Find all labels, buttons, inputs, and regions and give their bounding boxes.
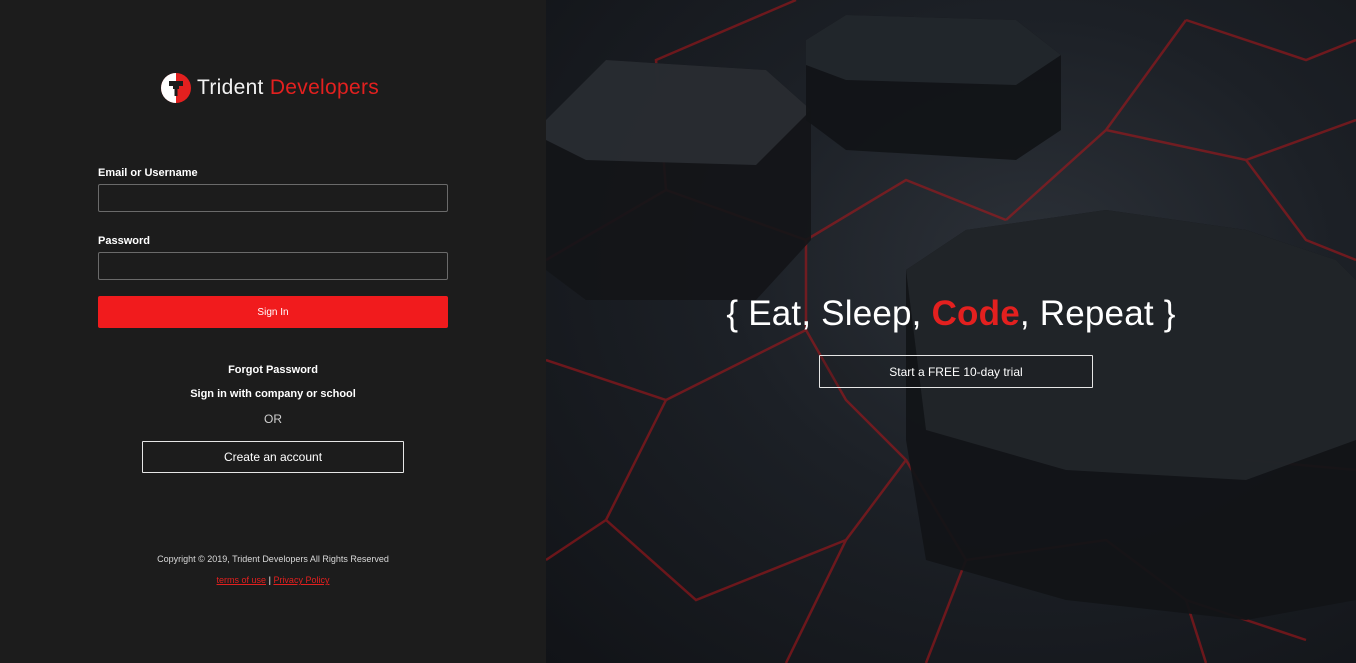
legal-links: terms of use | Privacy Policy bbox=[0, 575, 546, 585]
brand-name: Trident Developers bbox=[197, 76, 379, 100]
tagline-part2: , Repeat bbox=[1019, 294, 1154, 333]
trident-helmet-logo-icon bbox=[161, 73, 191, 103]
tagline-brace-close: } bbox=[1163, 294, 1176, 333]
legal-separator: | bbox=[268, 575, 271, 585]
terms-of-use-link[interactable]: terms of use bbox=[217, 575, 267, 585]
tagline-part1: Eat, Sleep, bbox=[748, 294, 922, 333]
hero-panel: { Eat, Sleep, Code, Repeat } Start a FRE… bbox=[546, 0, 1356, 663]
forgot-password-link[interactable]: Forgot Password bbox=[0, 364, 546, 376]
sign-in-button[interactable]: Sign In bbox=[98, 296, 448, 328]
privacy-policy-link[interactable]: Privacy Policy bbox=[273, 575, 329, 585]
tagline-brace-open: { bbox=[726, 294, 739, 333]
free-trial-button[interactable]: Start a FREE 10-day trial bbox=[819, 355, 1093, 388]
login-panel: Trident Developers Email or Username Pas… bbox=[0, 0, 546, 663]
login-page: Trident Developers Email or Username Pas… bbox=[0, 0, 1356, 663]
email-username-input[interactable] bbox=[98, 184, 448, 212]
email-label: Email or Username bbox=[98, 167, 198, 179]
brand-logo[interactable]: Trident Developers bbox=[160, 72, 379, 104]
or-divider: OR bbox=[264, 412, 282, 426]
copyright-text: Copyright © 2019, Trident Developers All… bbox=[157, 554, 389, 564]
create-account-button[interactable]: Create an account bbox=[142, 441, 404, 473]
company-signin-link[interactable]: Sign in with company or school bbox=[0, 388, 546, 400]
password-input[interactable] bbox=[98, 252, 448, 280]
brand-name-part2: Developers bbox=[269, 76, 380, 99]
hero-tagline: { Eat, Sleep, Code, Repeat } bbox=[546, 294, 1356, 334]
brand-name-part1: Trident bbox=[197, 76, 264, 99]
password-label: Password bbox=[98, 235, 150, 247]
tagline-highlight: Code bbox=[931, 294, 1020, 333]
